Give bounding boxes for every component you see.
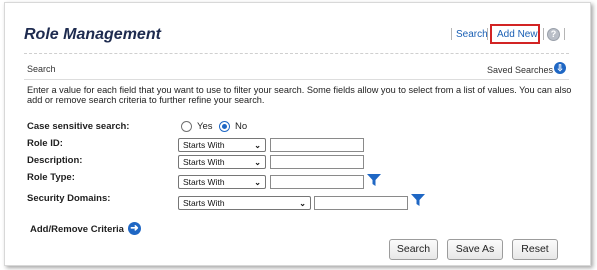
role-id-input[interactable] (270, 138, 364, 152)
filter-icon[interactable] (411, 194, 425, 206)
role-type-input[interactable] (270, 175, 364, 189)
role-type-operator-select[interactable]: Starts With ⌄ (178, 175, 266, 189)
reset-button[interactable]: Reset (512, 239, 558, 260)
filter-icon[interactable] (367, 174, 381, 186)
top-links-bar: Search Add New ? (0, 24, 597, 44)
case-sensitive-yes-radio[interactable] (181, 121, 192, 132)
add-remove-criteria-link[interactable]: Add/Remove Criteria (30, 224, 124, 235)
role-type-operator-value: Starts With (183, 177, 225, 187)
help-icon[interactable]: ? (547, 28, 560, 41)
case-sensitive-yes-label: Yes (197, 121, 213, 132)
security-domains-label: Security Domains: (27, 193, 111, 204)
link-separator (564, 28, 565, 40)
case-sensitive-no-label: No (235, 121, 248, 132)
case-sensitive-no-radio[interactable] (219, 121, 230, 132)
arrow-right-icon[interactable]: ➜ (128, 222, 141, 235)
security-domains-input[interactable] (314, 196, 408, 210)
description-operator-select[interactable]: Starts With ⌄ (178, 155, 266, 169)
chevron-down-icon: ⌄ (254, 178, 261, 187)
link-separator (543, 28, 544, 40)
description-input[interactable] (270, 155, 364, 169)
chevron-down-icon[interactable]: ⇩ (554, 62, 566, 74)
search-section-heading: Search (27, 64, 56, 74)
description-operator-value: Starts With (183, 157, 225, 167)
link-separator (451, 28, 452, 40)
title-divider (24, 53, 569, 54)
save-as-button[interactable]: Save As (447, 239, 503, 260)
link-separator (487, 28, 488, 40)
chevron-down-icon: ⌄ (254, 158, 261, 167)
search-button[interactable]: Search (389, 239, 438, 260)
role-id-operator-value: Starts With (183, 140, 225, 150)
saved-searches-link[interactable]: Saved Searches (487, 65, 553, 75)
add-new-link[interactable]: Add New (497, 29, 538, 40)
section-divider (24, 79, 569, 80)
chevron-down-icon: ⌄ (254, 141, 261, 150)
role-id-operator-select[interactable]: Starts With ⌄ (178, 138, 266, 152)
search-instructions: Enter a value for each field that you wa… (27, 85, 572, 105)
search-link[interactable]: Search (456, 29, 488, 40)
chevron-down-icon: ⌄ (299, 199, 306, 208)
role-id-label: Role ID: (27, 138, 63, 149)
case-sensitive-label: Case sensitive search: (27, 121, 130, 132)
role-type-label: Role Type: (27, 172, 75, 183)
description-label: Description: (27, 155, 83, 166)
security-domains-operator-select[interactable]: Starts With ⌄ (178, 196, 311, 210)
security-domains-operator-value: Starts With (183, 198, 225, 208)
